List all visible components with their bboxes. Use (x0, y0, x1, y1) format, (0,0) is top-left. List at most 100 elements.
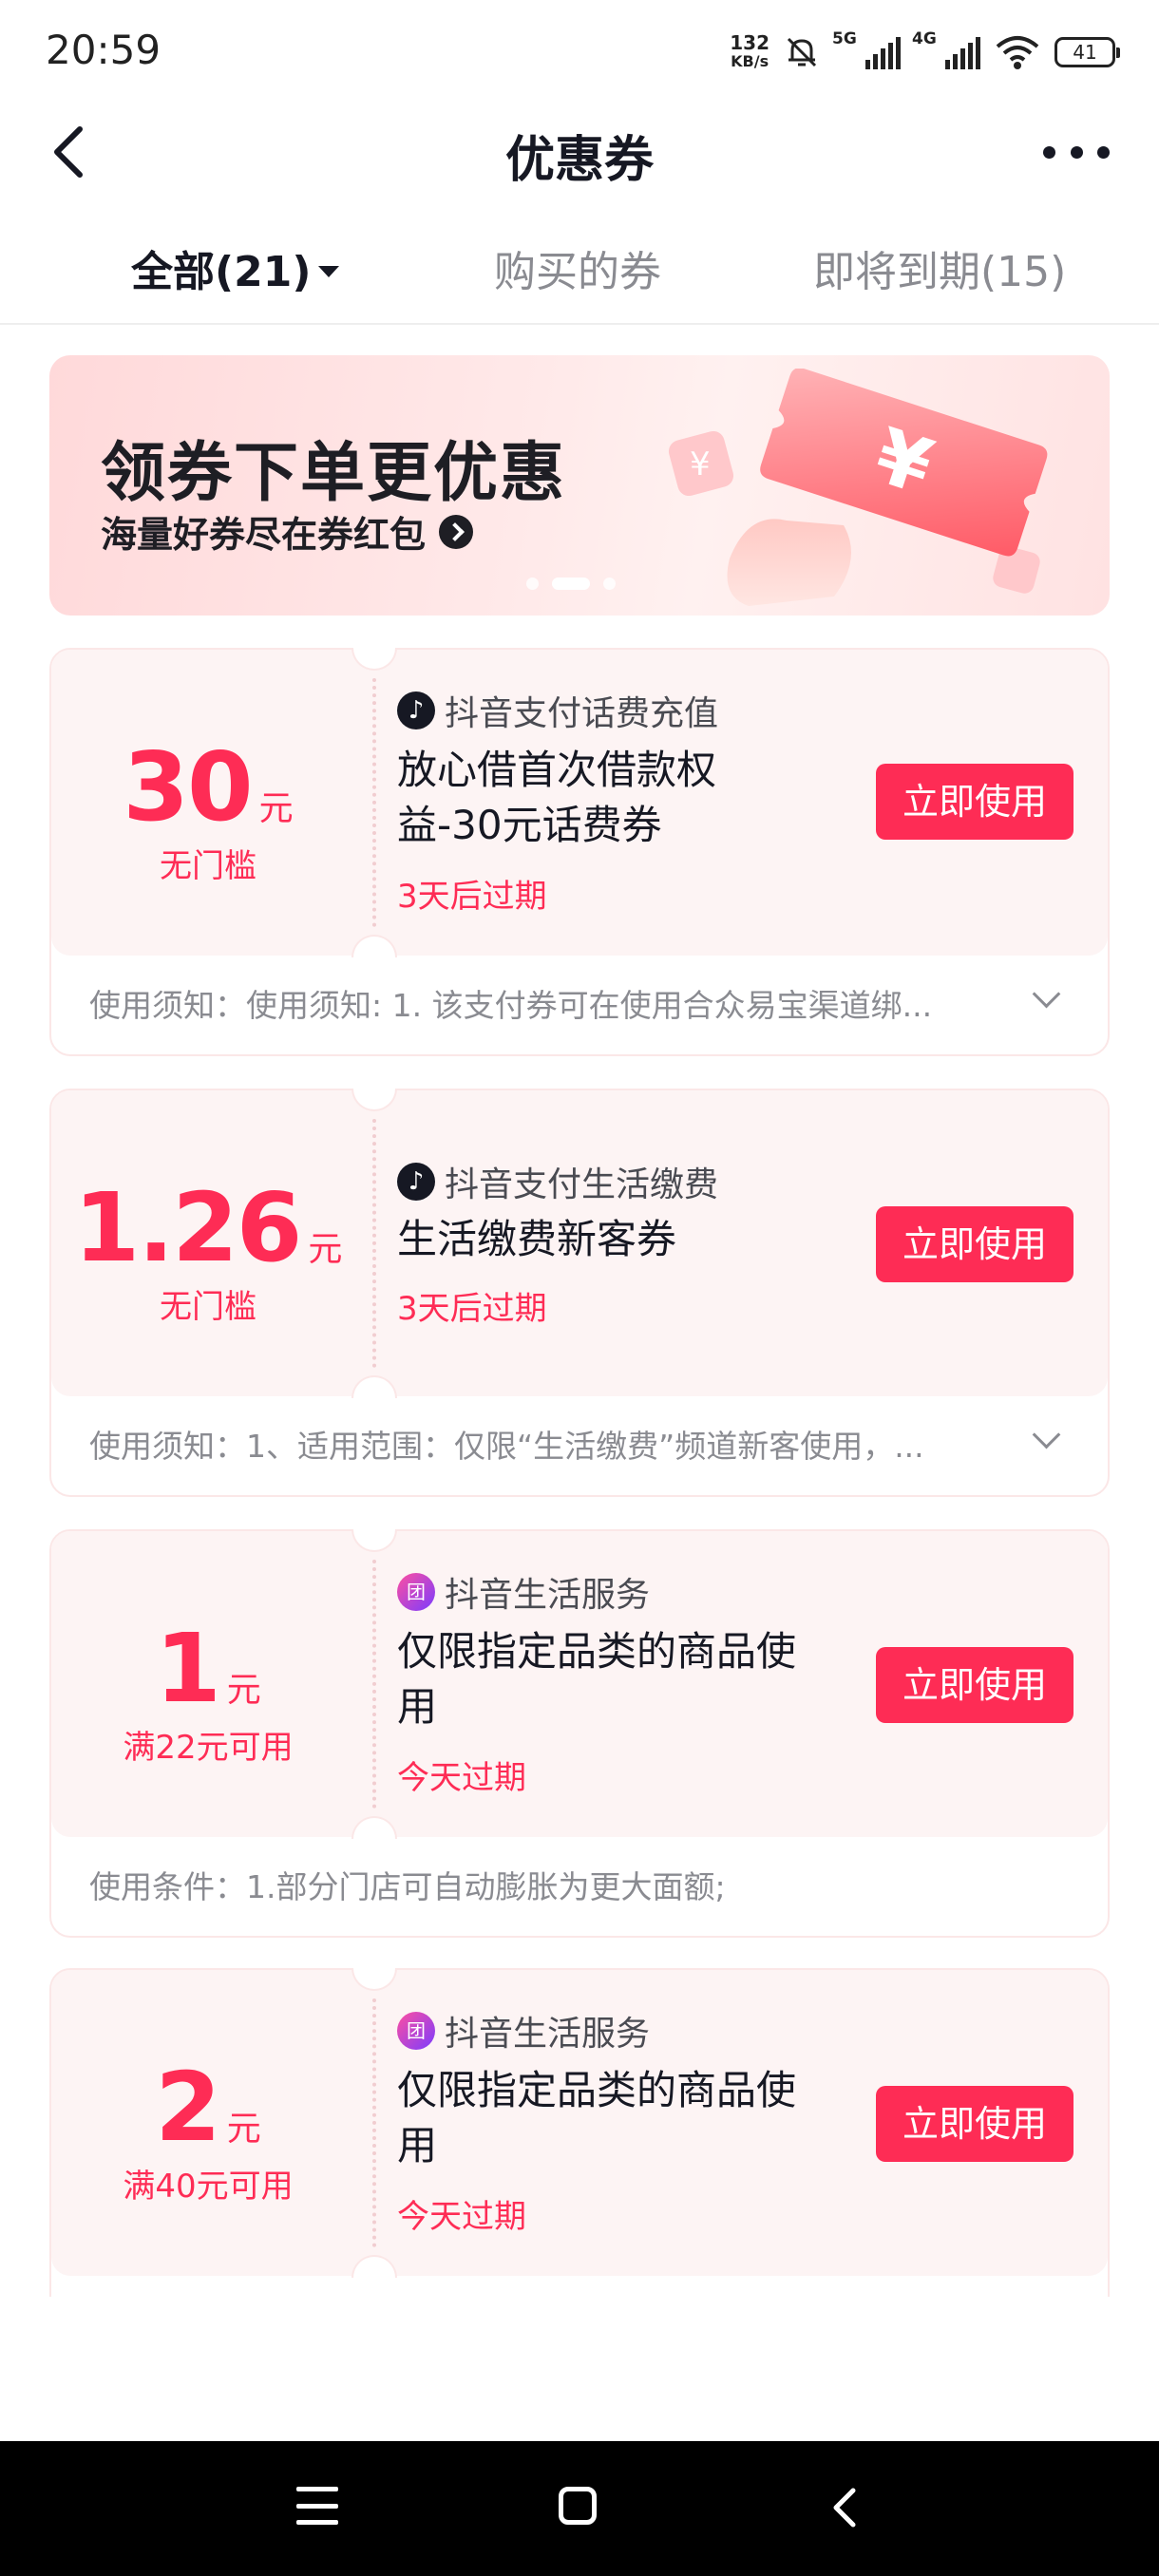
coupon-name-line: 生活缴费新客券 (397, 1216, 677, 1262)
coupon-dotted-divider (372, 1119, 376, 1368)
page-title: 优惠券 (504, 132, 654, 189)
coupon-amount: 30 元 (51, 731, 365, 843)
menu-line-icon (296, 2520, 338, 2525)
coupon-expiry: 3天后过期 (397, 1290, 547, 1328)
tab-expiring-soon[interactable]: 即将到期(15) (813, 237, 1066, 298)
coupon-name: 仅限指定品类的商品使 用 (397, 1624, 815, 1734)
banner-title: 领券下单更优惠 (101, 436, 567, 511)
coupon-dotted-divider (372, 1998, 376, 2247)
banner-subtitle: 海量好券尽在券红包 (101, 514, 427, 556)
use-now-button[interactable]: 立即使用 (876, 1647, 1074, 1723)
tab-purchased[interactable]: 购买的券 (494, 237, 661, 298)
system-navigation-bar (0, 2441, 1159, 2576)
coupon-amount-value: 2 (155, 2052, 221, 2163)
coupon-merchant-name: 抖音生活服务 (445, 1576, 651, 1615)
coupon-card[interactable]: 1元 满22元可用 抖音生活服务 仅限指定品类的商品使 用 今天过期 立即使用 … (49, 1529, 1110, 1938)
filter-tabs: 全部(21) 购买的券 即将到期(15) (0, 209, 1159, 323)
signal-4g-icon: 4G (912, 29, 980, 69)
coupon-dotted-divider (372, 1560, 376, 1809)
more-dot-icon (1070, 145, 1083, 159)
coupon-merchant-name: 抖音生活服务 (445, 2015, 651, 2054)
coupon-amount-value: 30 (123, 731, 253, 843)
arrow-right-circle-icon (439, 514, 474, 549)
banner-subtitle-link[interactable]: 海量好券尽在券红包 (101, 505, 474, 558)
more-dot-icon (1097, 145, 1110, 159)
more-options-button[interactable] (1043, 133, 1110, 171)
network-speed: 132 KB/s (730, 33, 770, 71)
coupon-amount-value: 1.26 (73, 1172, 303, 1283)
promo-banner[interactable]: 领券下单更优惠 海量好券尽在券红包 ¥ ¥ (49, 355, 1110, 616)
douyin-life-service-icon (397, 2012, 435, 2050)
coupon-name-line: 放心借首次借款权 (397, 747, 717, 793)
coupon-name: 生活缴费新客券 (397, 1212, 815, 1267)
signal-4g-label: 4G (912, 29, 937, 48)
coupon-name: 放心借首次借款权 益-30元话费券 (397, 743, 815, 853)
pagination-dot (526, 578, 539, 590)
use-now-button[interactable]: 立即使用 (876, 764, 1074, 840)
header-bar: 优惠券 (0, 104, 1159, 199)
menu-line-icon (296, 2503, 338, 2509)
coupon-name-line: 益-30元话费券 (397, 802, 662, 848)
coupon-expiry: 3天后过期 (397, 878, 547, 916)
pagination-dot-active (552, 578, 590, 590)
recent-apps-button[interactable] (296, 2487, 338, 2525)
coupon-amount-value: 1 (155, 1613, 221, 1724)
coupon-condition: 无门槛 (160, 847, 256, 885)
coupon-name-line: 用 (397, 1683, 438, 1730)
coupon-merchant: 抖音支付生活缴费 (397, 1157, 718, 1206)
chevron-down-icon[interactable] (1032, 1420, 1061, 1449)
coupon-amount: 1元 (51, 1613, 365, 1724)
coupon-card[interactable]: 1.26元 无门槛 抖音支付生活缴费 生活缴费新客券 3天后过期 立即使用 使用… (49, 1089, 1110, 1497)
coupon-amount-unit: 元 (308, 1230, 343, 1269)
coupon-merchant-name: 抖音支付话费充值 (445, 694, 719, 733)
menu-line-icon (296, 2487, 338, 2491)
signal-5g-icon: 5G (832, 29, 901, 69)
wifi-icon (996, 36, 1039, 69)
home-button[interactable] (559, 2487, 597, 2525)
coupon-condition: 满22元可用 (123, 1729, 294, 1767)
use-now-button[interactable]: 立即使用 (876, 1206, 1074, 1282)
coupon-expiry: 今天过期 (397, 1759, 526, 1797)
coupon-notice: 使用条件：1.部分门店可自动膨胀为更大面额; (89, 1868, 726, 1905)
coupon-card[interactable]: 30元 无门槛 抖音支付话费充值 放心借首次借款权 益-30元话费券 3天后过期… (49, 648, 1110, 1056)
coupon-amount-unit: 元 (226, 2110, 261, 2149)
douyin-icon (397, 1163, 435, 1201)
caret-down-icon (318, 266, 340, 277)
mute-bell-icon (787, 37, 817, 67)
svg-text:¥: ¥ (690, 445, 711, 483)
coupon-amount: 1.26 元 (51, 1172, 365, 1283)
system-back-button[interactable] (826, 2487, 868, 2529)
battery-icon: 41 (1054, 37, 1120, 67)
coupon-merchant: 抖音生活服务 (397, 2006, 650, 2055)
chevron-left-icon (833, 2488, 856, 2528)
signal-5g-label: 5G (832, 29, 857, 48)
pagination-dot (603, 578, 616, 590)
coupon-expiry: 今天过期 (397, 2198, 526, 2236)
coupon-dotted-divider (372, 678, 376, 927)
coupon-merchant: 抖音生活服务 (397, 1567, 650, 1617)
network-speed-value: 132 (730, 31, 770, 54)
coupon-condition: 无门槛 (160, 1288, 256, 1326)
coupon-condition: 满40元可用 (123, 2168, 294, 2206)
tab-all[interactable]: 全部(21) (131, 237, 340, 298)
use-now-button[interactable]: 立即使用 (876, 2086, 1074, 2162)
banner-pagination (526, 578, 616, 590)
coupon-merchant: 抖音支付话费充值 (397, 686, 718, 735)
coupon-notice: 使用须知：使用须知: 1. 该支付券可在使用合众易宝渠道绑... (89, 987, 933, 1024)
more-dot-icon (1043, 145, 1055, 159)
coupon-card[interactable]: 2元 满40元可用 抖音生活服务 仅限指定品类的商品使 用 今天过期 立即使用 (49, 1968, 1110, 2297)
douyin-life-service-icon (397, 1573, 435, 1611)
chevron-down-icon[interactable] (1032, 979, 1061, 1009)
coupon-name-line: 用 (397, 2122, 438, 2169)
tabs-divider (0, 323, 1159, 325)
coupon-merchant-name: 抖音支付生活缴费 (445, 1165, 719, 1204)
douyin-icon (397, 691, 435, 729)
coupon-amount-unit: 元 (258, 789, 294, 828)
coupon-amount-unit: 元 (226, 1671, 261, 1710)
coupon-hand-illustration-icon: ¥ ¥ (668, 369, 1048, 606)
coupon-notice: 使用须知：1、适用范围：仅限“生活缴费”频道新客使用，... (89, 1428, 924, 1465)
coupon-amount: 2元 (51, 2052, 365, 2163)
status-time: 20:59 (46, 27, 162, 73)
network-speed-unit: KB/s (731, 52, 770, 70)
coupon-name-line: 仅限指定品类的商品使 (397, 1628, 797, 1675)
